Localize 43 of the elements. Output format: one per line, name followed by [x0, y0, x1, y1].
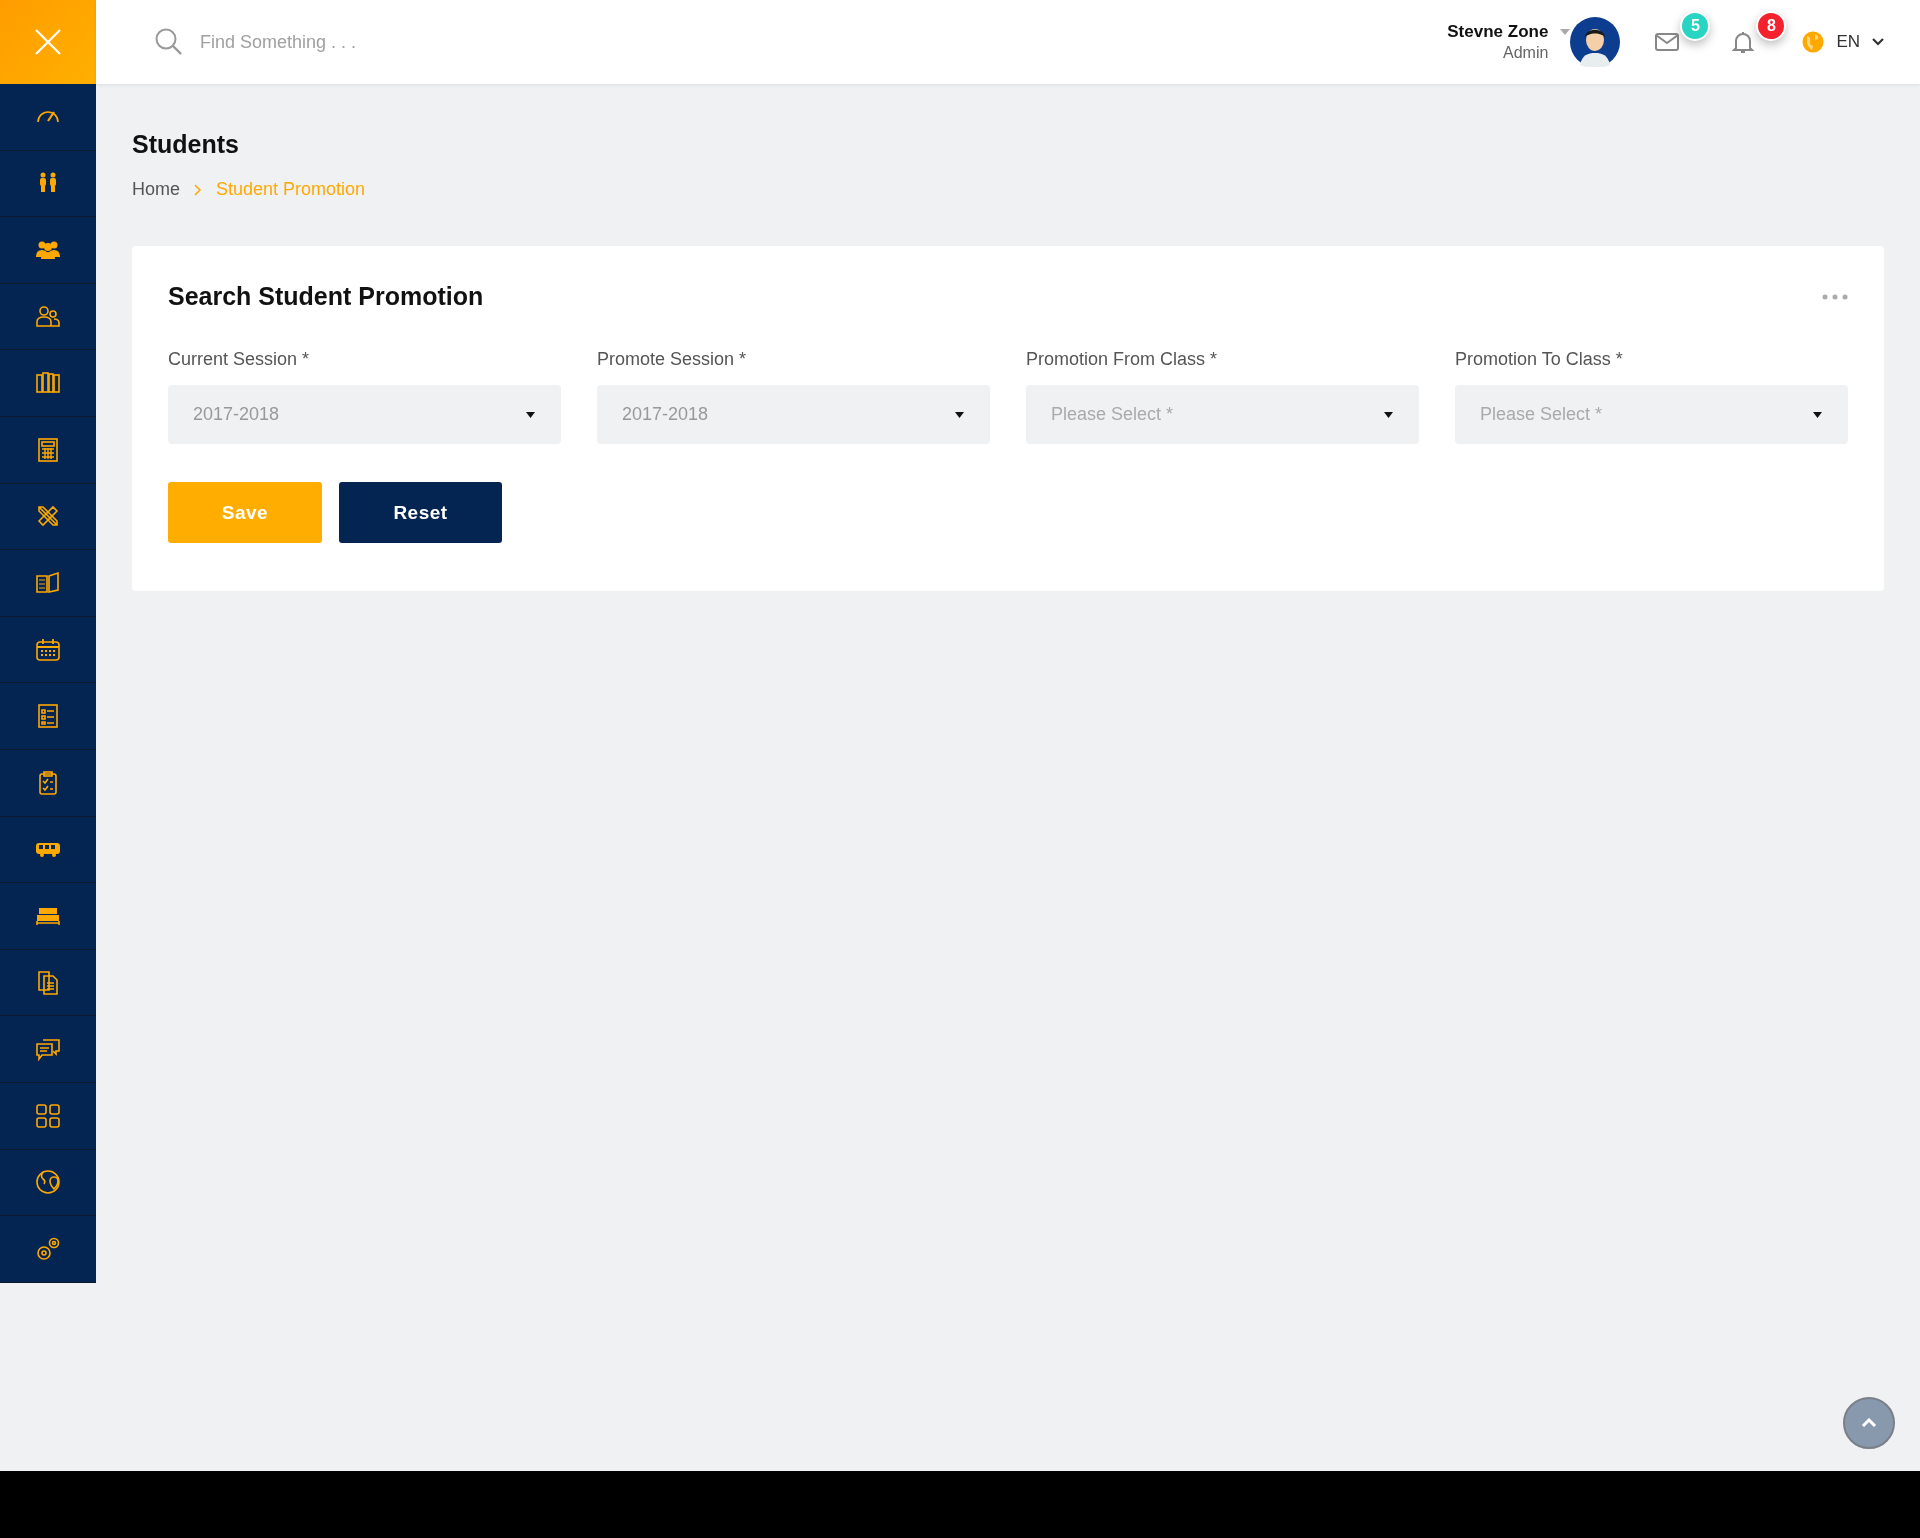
caret-icon: [1384, 411, 1393, 418]
count-badge: 5: [1680, 11, 1711, 41]
dropdown[interactable]: 2017-2018: [597, 385, 990, 444]
chevron-icon: [1872, 38, 1884, 46]
field-label: Promotion From Class *: [1026, 349, 1219, 370]
open-book-icon: [35, 569, 61, 596]
caret-icon: [1813, 411, 1822, 418]
card-title: Search Student Promotion: [168, 282, 484, 311]
field-label: Promotion To Class *: [1455, 349, 1624, 370]
page-title: Students: [132, 130, 240, 159]
bell-icon: [1730, 29, 1757, 55]
caret-icon: [955, 411, 964, 418]
calculator-icon: [35, 436, 61, 463]
globe-pin-icon: [35, 1169, 61, 1196]
search-field[interactable]: Find Something . . .: [198, 30, 462, 54]
users-icon: [35, 303, 61, 330]
field-label: Promote Session *: [597, 349, 748, 370]
dropdown[interactable]: Please Select *: [1026, 385, 1419, 444]
dropdown[interactable]: Please Select *: [1455, 385, 1848, 444]
scroll-top-button[interactable]: [1843, 1397, 1895, 1449]
save-button[interactable]: Save: [168, 482, 322, 543]
notifications-button[interactable]: [1730, 29, 1757, 55]
avatar[interactable]: [1570, 17, 1621, 67]
chat-icon: [35, 1036, 61, 1063]
breadcrumb-link[interactable]: Home: [132, 179, 180, 200]
checklist-icon: [35, 703, 61, 730]
chevron-up-icon: [1861, 1418, 1877, 1428]
gears-icon: [35, 1235, 61, 1262]
documents-icon: [35, 969, 61, 996]
count-badge: 8: [1756, 11, 1787, 41]
grid-icon: [35, 1102, 61, 1129]
dropdown[interactable]: 2017-2018: [168, 385, 561, 444]
search-icon: [154, 27, 184, 57]
reset-button[interactable]: Reset: [339, 482, 502, 543]
chevron-icon: [194, 183, 202, 196]
user-role: Admin: [1503, 44, 1549, 62]
breadcrumb-link[interactable]: Student Promotion: [216, 179, 366, 200]
user-name[interactable]: Stevne Zone: [1447, 22, 1549, 42]
caret-icon: [526, 411, 535, 418]
language-selector[interactable]: EN: [1802, 31, 1884, 53]
field-label: Current Session *: [168, 349, 311, 370]
calendar-icon: [35, 636, 61, 663]
close-icon: [34, 28, 62, 56]
